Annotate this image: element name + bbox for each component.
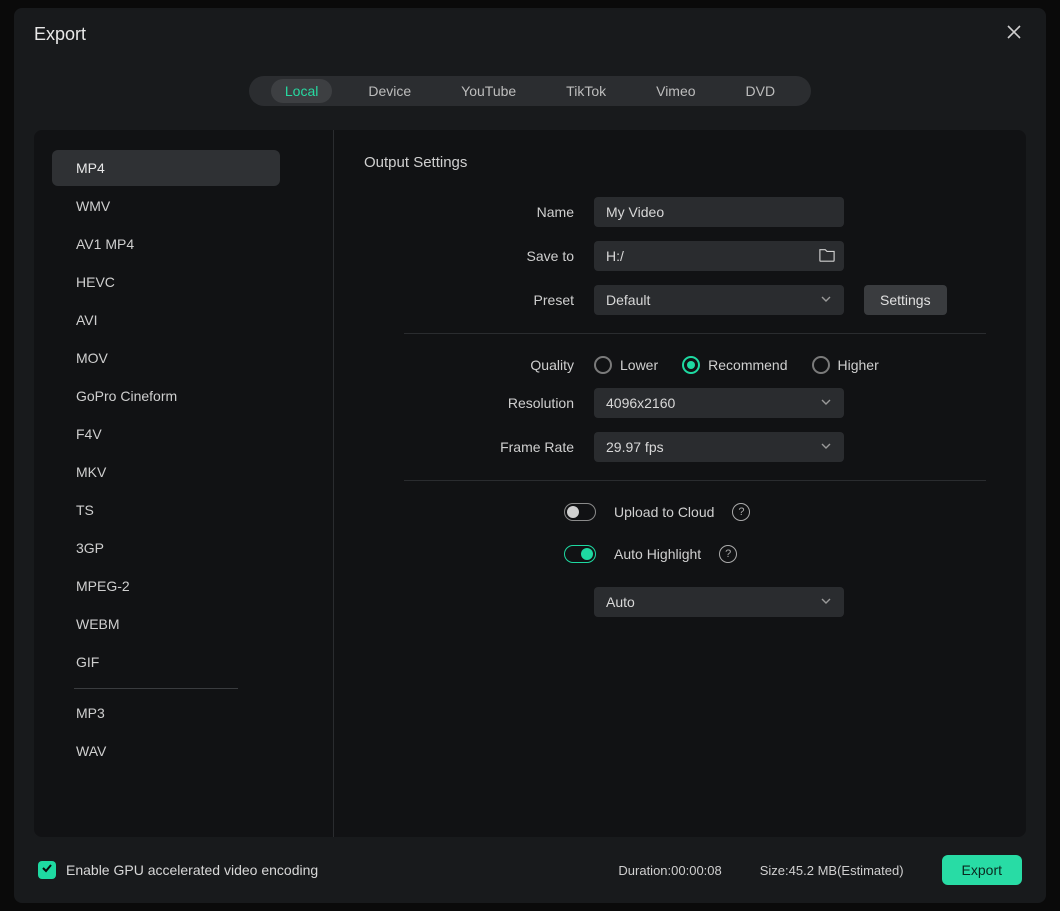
titlebar: Export xyxy=(14,8,1046,58)
framerate-value: 29.97 fps xyxy=(606,439,664,455)
format-hevc[interactable]: HEVC xyxy=(52,264,280,300)
duration-info: Duration:00:00:08 xyxy=(618,863,721,878)
resolution-label: Resolution xyxy=(364,395,594,411)
name-input[interactable] xyxy=(606,204,832,220)
folder-icon[interactable] xyxy=(818,247,836,266)
section-title: Output Settings xyxy=(364,154,986,171)
format-3gp[interactable]: 3GP xyxy=(52,530,280,566)
main-panel: MP4WMVAV1 MP4HEVCAVIMOVGoPro CineformF4V… xyxy=(34,130,1026,837)
auto-highlight-toggle[interactable] xyxy=(564,545,596,563)
format-avi[interactable]: AVI xyxy=(52,302,280,338)
quality-radio-higher[interactable]: Higher xyxy=(812,356,879,374)
tab-youtube[interactable]: YouTube xyxy=(447,79,530,103)
upload-cloud-label: Upload to Cloud xyxy=(614,504,714,520)
highlight-mode-select[interactable]: Auto xyxy=(594,587,844,617)
framerate-select[interactable]: 29.97 fps xyxy=(594,432,844,462)
preset-value: Default xyxy=(606,292,650,308)
format-wav[interactable]: WAV xyxy=(52,733,280,769)
format-gif[interactable]: GIF xyxy=(52,644,280,680)
save-to-value: H:/ xyxy=(606,248,624,264)
export-dialog: Export LocalDeviceYouTubeTikTokVimeoDVD … xyxy=(14,8,1046,903)
format-mov[interactable]: MOV xyxy=(52,340,280,376)
resolution-value: 4096x2160 xyxy=(606,395,675,411)
highlight-mode-value: Auto xyxy=(606,594,635,610)
format-mp3[interactable]: MP3 xyxy=(52,695,280,731)
tab-local[interactable]: Local xyxy=(271,79,332,103)
preset-label: Preset xyxy=(364,292,594,308)
settings-button[interactable]: Settings xyxy=(864,285,947,315)
footer: Enable GPU accelerated video encoding Du… xyxy=(14,837,1046,903)
tab-dvd[interactable]: DVD xyxy=(732,79,790,103)
quality-radio-lower[interactable]: Lower xyxy=(594,356,658,374)
format-separator xyxy=(74,688,238,689)
tab-device[interactable]: Device xyxy=(354,79,425,103)
size-info: Size:45.2 MB(Estimated) xyxy=(760,863,904,878)
quality-radio-label: Lower xyxy=(620,357,658,373)
format-sidebar: MP4WMVAV1 MP4HEVCAVIMOVGoPro CineformF4V… xyxy=(34,130,334,837)
format-av1-mp4[interactable]: AV1 MP4 xyxy=(52,226,280,262)
help-icon[interactable]: ? xyxy=(719,545,737,563)
gpu-label: Enable GPU accelerated video encoding xyxy=(66,862,318,878)
tab-tiktok[interactable]: TikTok xyxy=(552,79,620,103)
format-gopro-cineform[interactable]: GoPro Cineform xyxy=(52,378,280,414)
help-icon[interactable]: ? xyxy=(732,503,750,521)
quality-label: Quality xyxy=(364,357,594,373)
framerate-label: Frame Rate xyxy=(364,439,594,455)
quality-radio-label: Recommend xyxy=(708,357,787,373)
output-settings: Output Settings Name Save to H:/ Preset xyxy=(334,130,1026,837)
chevron-down-icon xyxy=(820,292,832,308)
format-webm[interactable]: WEBM xyxy=(52,606,280,642)
auto-highlight-label: Auto Highlight xyxy=(614,546,701,562)
save-to-field[interactable]: H:/ xyxy=(594,241,844,271)
name-field[interactable] xyxy=(594,197,844,227)
save-to-label: Save to xyxy=(364,248,594,264)
preset-select[interactable]: Default xyxy=(594,285,844,315)
quality-radio-recommend[interactable]: Recommend xyxy=(682,356,787,374)
tabs-pill: Local Device YouTube TikTok Vimeo DVD xyxy=(249,76,811,106)
format-mpeg-2[interactable]: MPEG-2 xyxy=(52,568,280,604)
tab-vimeo[interactable]: Vimeo xyxy=(642,79,709,103)
tabs-row: Local Device YouTube TikTok Vimeo DVD xyxy=(14,58,1046,112)
upload-cloud-toggle[interactable] xyxy=(564,503,596,521)
dialog-title: Export xyxy=(34,24,86,45)
check-icon xyxy=(41,861,53,879)
divider xyxy=(404,480,986,481)
export-button[interactable]: Export xyxy=(942,855,1022,885)
gpu-checkbox[interactable] xyxy=(38,861,56,879)
close-icon xyxy=(1006,24,1022,45)
chevron-down-icon xyxy=(820,439,832,455)
quality-radio-label: Higher xyxy=(838,357,879,373)
format-wmv[interactable]: WMV xyxy=(52,188,280,224)
close-button[interactable] xyxy=(1002,22,1026,46)
format-ts[interactable]: TS xyxy=(52,492,280,528)
format-f4v[interactable]: F4V xyxy=(52,416,280,452)
resolution-select[interactable]: 4096x2160 xyxy=(594,388,844,418)
divider xyxy=(404,333,986,334)
format-mp4[interactable]: MP4 xyxy=(52,150,280,186)
chevron-down-icon xyxy=(820,594,832,610)
name-label: Name xyxy=(364,204,594,220)
quality-radio-group: Lower Recommend Higher xyxy=(594,356,879,374)
chevron-down-icon xyxy=(820,395,832,411)
format-mkv[interactable]: MKV xyxy=(52,454,280,490)
